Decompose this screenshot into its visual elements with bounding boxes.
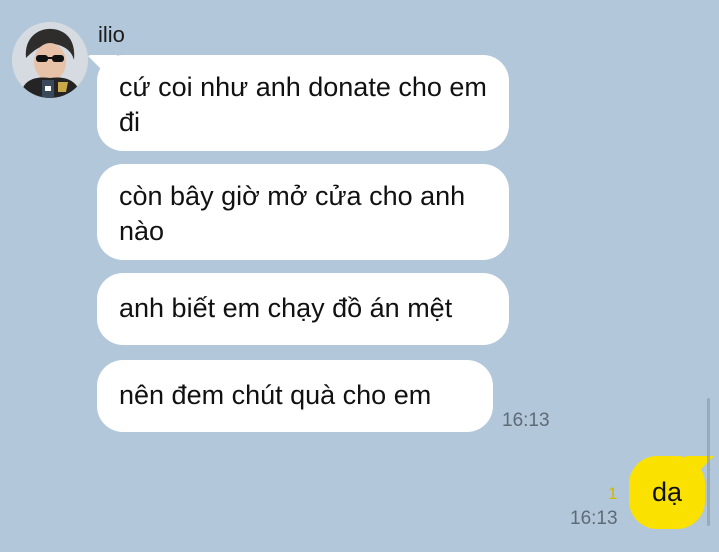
incoming-message-bubble[interactable]: cứ coi như anh donate cho em đi: [97, 55, 509, 151]
sender-name: ilio: [98, 22, 125, 47]
profile-photo-icon: [12, 22, 88, 98]
sender-avatar[interactable]: [12, 22, 88, 98]
incoming-timestamp: 16:13: [502, 410, 550, 431]
outgoing-message-bubble[interactable]: dạ: [629, 456, 705, 529]
scrollbar[interactable]: [707, 398, 710, 526]
incoming-message-bubble[interactable]: nên đem chút quà cho em: [97, 360, 493, 432]
incoming-message-bubble[interactable]: còn bây giờ mở cửa cho anh nào: [97, 164, 509, 260]
outgoing-timestamp: 16:13: [570, 508, 618, 529]
unread-count: 1: [608, 484, 618, 503]
incoming-message-bubble[interactable]: anh biết em chạy đồ án mệt: [97, 273, 509, 345]
